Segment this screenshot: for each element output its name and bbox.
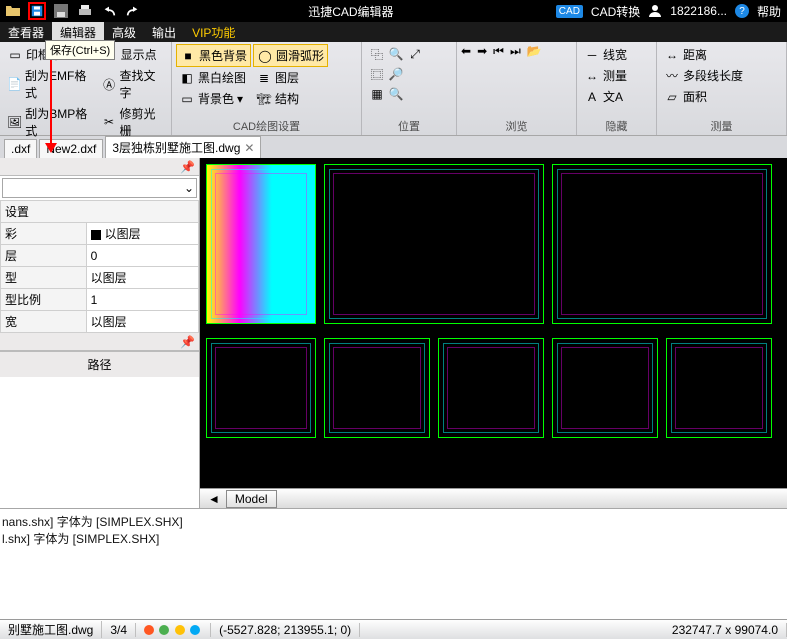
help-button[interactable]: 帮助 bbox=[757, 3, 781, 20]
title-bar: 迅捷CAD编辑器 CAD CAD转换 1822186... ? 帮助 bbox=[0, 0, 787, 22]
prop-color[interactable]: 以图层 bbox=[86, 223, 198, 245]
pos-b3[interactable]: ▦🔍 bbox=[366, 84, 426, 104]
pos-b1[interactable]: ⿻🔍⤢ bbox=[366, 44, 426, 64]
save-as-icon[interactable] bbox=[52, 2, 70, 20]
doc-tab-0[interactable]: .dxf bbox=[4, 139, 37, 158]
group-cad-caption: CAD绘图设置 bbox=[172, 117, 361, 135]
cad-convert-button[interactable]: CAD转换 bbox=[591, 3, 640, 20]
help-icon: ? bbox=[735, 4, 749, 18]
model-tab-bar: ◄ Model bbox=[200, 488, 787, 508]
prop-ltscale[interactable]: 1 bbox=[86, 289, 198, 311]
find-text-button[interactable]: Ⓐ查找文字 bbox=[99, 65, 167, 103]
model-tab[interactable]: Model bbox=[226, 490, 277, 508]
annotation-arrow-icon bbox=[50, 55, 52, 145]
bw-draw-button[interactable]: ◧黑白绘图 bbox=[176, 67, 251, 88]
pos-b2[interactable]: ⿴🔎 bbox=[366, 64, 426, 84]
structure-button[interactable]: 🏗结构 bbox=[253, 88, 328, 109]
area-button[interactable]: ▱面积 bbox=[661, 86, 746, 107]
menu-strip: 查看器 编辑器 高级 输出 VIP功能 bbox=[0, 22, 787, 42]
distance-button[interactable]: ↔距离 bbox=[661, 44, 746, 65]
cad-badge-icon: CAD bbox=[556, 5, 583, 18]
undo-icon[interactable] bbox=[100, 2, 118, 20]
print-icon[interactable] bbox=[76, 2, 94, 20]
save-tooltip: 保存(Ctrl+S) bbox=[45, 40, 115, 60]
chevron-down-icon: ▾ bbox=[237, 92, 243, 106]
nav-first-icon[interactable]: ⏮ bbox=[493, 44, 504, 59]
text-hide-button[interactable]: A文A bbox=[581, 86, 630, 107]
user-label[interactable]: 1822186... bbox=[670, 4, 727, 18]
bg-color-button[interactable]: ▭背景色 ▾ bbox=[176, 88, 251, 109]
black-bg-button[interactable]: ■黑色背景 bbox=[176, 44, 251, 67]
nav-folder-icon[interactable]: 📂 bbox=[527, 44, 542, 58]
polyline-len-button[interactable]: 〰多段线长度 bbox=[661, 65, 746, 86]
group-measure-caption: 测量 bbox=[657, 117, 786, 135]
drawing-canvas[interactable] bbox=[200, 158, 787, 488]
group-hide-caption: 隐藏 bbox=[577, 117, 656, 135]
prop-lineweight[interactable]: 以图层 bbox=[86, 311, 198, 333]
tab-advanced[interactable]: 高级 bbox=[104, 22, 144, 42]
measure-hide-button[interactable]: ↔测量 bbox=[581, 65, 630, 86]
app-title: 迅捷CAD编辑器 bbox=[146, 3, 556, 20]
log-line: nans.shx] 字体为 [SIMPLEX.SHX] bbox=[2, 513, 785, 530]
pin-icon[interactable]: 📌 bbox=[180, 335, 195, 349]
props-section: 设置 bbox=[1, 201, 199, 223]
layers-button[interactable]: ≣图层 bbox=[253, 67, 328, 88]
status-filename: 别墅施工图.dwg bbox=[0, 621, 102, 638]
status-coords: (-5527.828; 213955.1; 0) bbox=[211, 623, 360, 637]
document-tabs: .dxf New2.dxf 3层独栋别墅施工图.dwg ✕ bbox=[0, 136, 787, 158]
ribbon: ▭印框架 📄刮为EMF格式 🖼刮为BMP格式 ⦿显示点 Ⓐ查找文字 ✂修剪光栅 … bbox=[0, 42, 787, 136]
properties-panel: 📌 ⌄ 设置 彩以图层 层0 型以图层 型比例1 宽以图层 📌 路径 bbox=[0, 158, 200, 508]
nav-right-icon[interactable]: ➡ bbox=[477, 44, 487, 58]
lineweight-button[interactable]: ─线宽 bbox=[581, 44, 630, 65]
nav-last-icon[interactable]: ⏭ bbox=[510, 44, 521, 59]
save-icon[interactable] bbox=[28, 2, 46, 20]
paths-header: 路径 bbox=[0, 352, 199, 377]
status-extent: 232747.7 x 99074.0 bbox=[664, 623, 787, 637]
tab-prev-icon[interactable]: ◄ bbox=[208, 492, 220, 506]
command-log: nans.shx] 字体为 [SIMPLEX.SHX] l.shx] 字体为 [… bbox=[0, 508, 787, 564]
tab-editor[interactable]: 编辑器 bbox=[52, 22, 104, 42]
status-page: 3/4 bbox=[102, 623, 136, 637]
group-browse-caption: 浏览 bbox=[457, 117, 576, 135]
close-icon[interactable]: ✕ bbox=[244, 141, 254, 155]
smooth-arc-button[interactable]: ◯圆滑弧形 bbox=[253, 44, 328, 67]
pin-icon[interactable]: 📌 bbox=[180, 160, 195, 174]
prop-linetype[interactable]: 以图层 bbox=[86, 267, 198, 289]
redo-icon[interactable] bbox=[124, 2, 142, 20]
selection-dropdown[interactable]: ⌄ bbox=[2, 178, 197, 198]
prop-layer[interactable]: 0 bbox=[86, 245, 198, 267]
log-line: l.shx] 字体为 [SIMPLEX.SHX] bbox=[2, 530, 785, 547]
chevron-down-icon: ⌄ bbox=[184, 181, 194, 195]
doc-tab-2[interactable]: 3层独栋别墅施工图.dwg ✕ bbox=[105, 136, 261, 158]
group-pos-caption: 位置 bbox=[362, 117, 456, 135]
folder-open-icon[interactable] bbox=[4, 2, 22, 20]
main-area: 📌 ⌄ 设置 彩以图层 层0 型以图层 型比例1 宽以图层 📌 路径 bbox=[0, 158, 787, 508]
status-indicators bbox=[136, 623, 211, 637]
status-bar: 别墅施工图.dwg 3/4 (-5527.828; 213955.1; 0) 2… bbox=[0, 619, 787, 639]
tab-vip[interactable]: VIP功能 bbox=[184, 22, 243, 42]
user-icon bbox=[648, 3, 662, 20]
tab-viewer[interactable]: 查看器 bbox=[0, 22, 52, 42]
tab-output[interactable]: 输出 bbox=[144, 22, 184, 42]
nav-left-icon[interactable]: ⬅ bbox=[461, 44, 471, 58]
